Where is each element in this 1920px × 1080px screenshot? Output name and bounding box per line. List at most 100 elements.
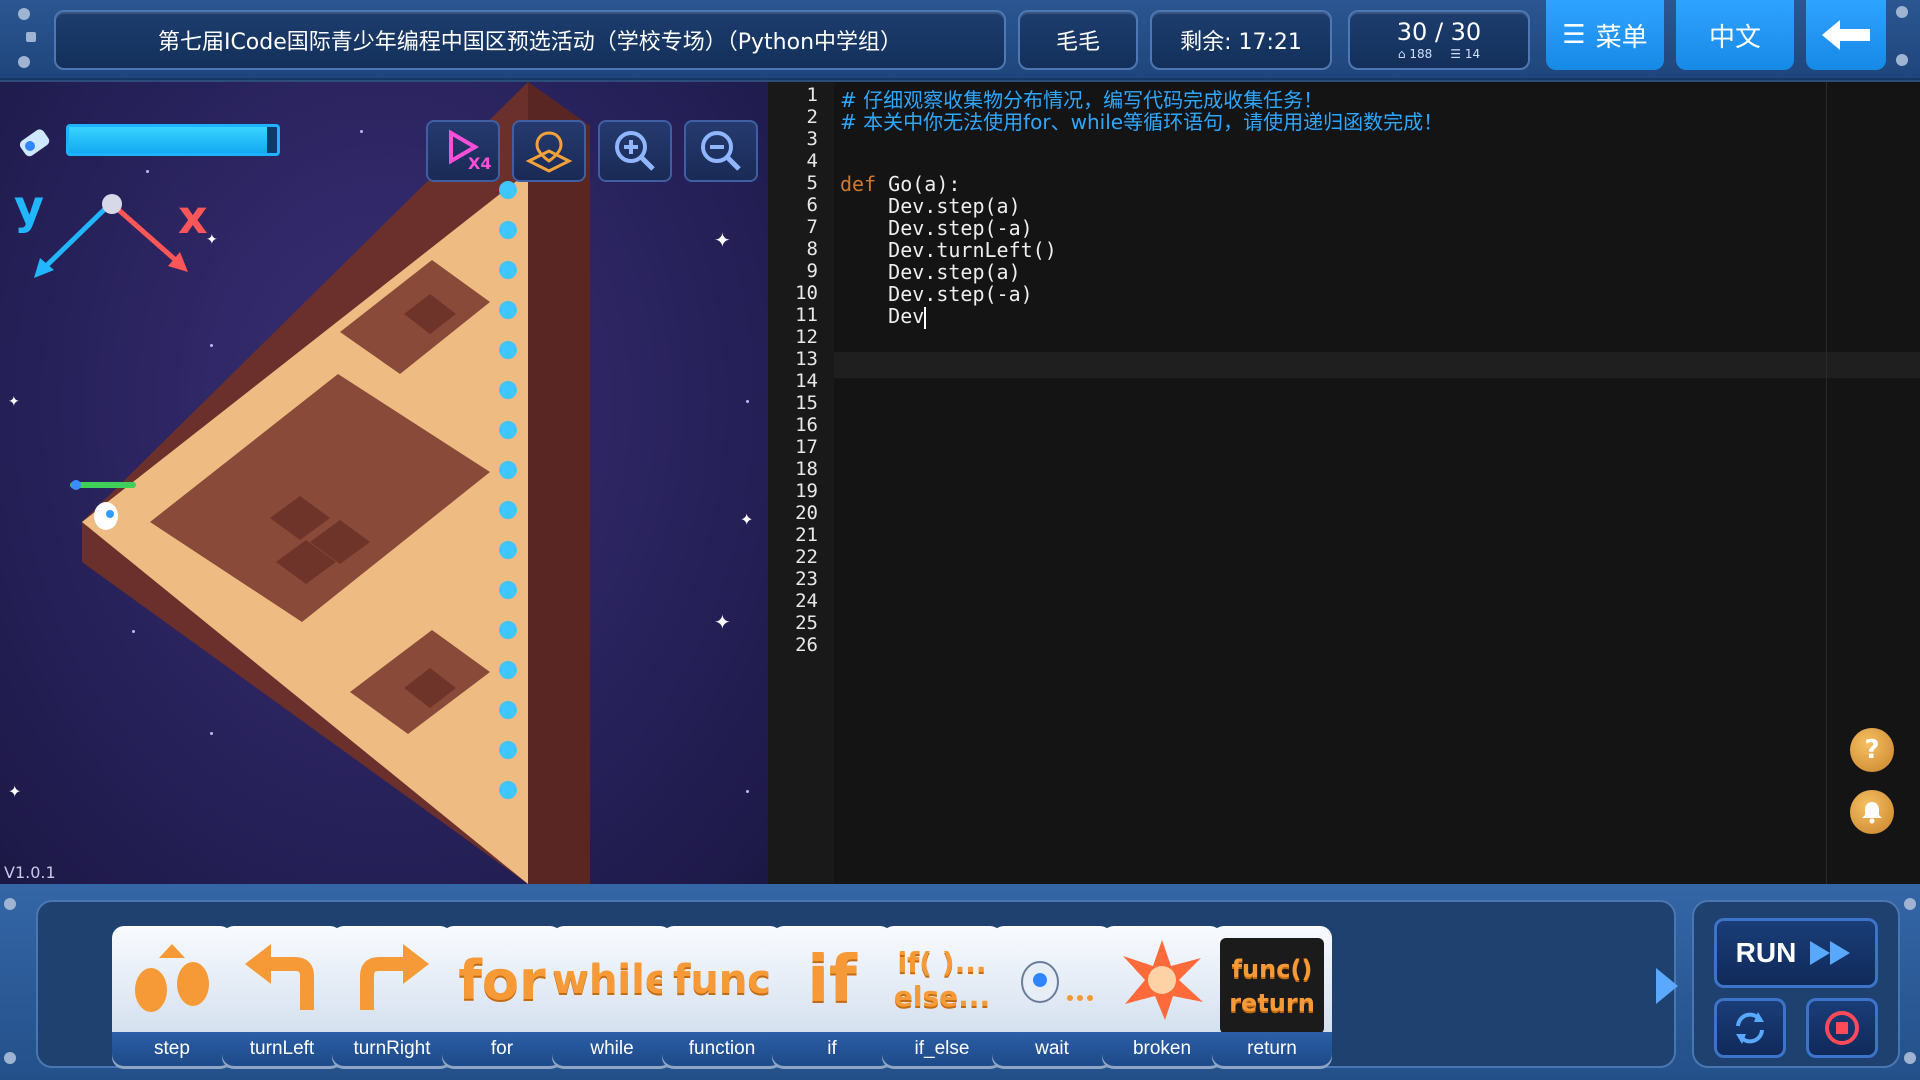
run-panel: RUN [1692,900,1900,1068]
line-number: 3 [806,128,818,150]
code-editor[interactable]: 1 2 3 4 5 6 7 8 9 10 11 12 13 14 15 16 17 18 19 20 21 22 23 24 2… [768,82,1920,884]
level-progress: 30 / 30 ⌂ 188 ☰ 14 [1348,10,1530,70]
question-icon: ? [1864,735,1880,765]
top-bar: 第七届ICode国际青少年编程中国区预选活动（学校专场）（Python中学组） … [0,0,1920,80]
line-number: 8 [806,238,818,260]
block-art-text: else... [893,980,991,1013]
code-comment: # 本关中你无法使用for、while等循环语句，请使用递归函数完成！ [840,110,1444,134]
code-line[interactable]: def Go(a): [840,172,960,196]
corner-dot [1896,54,1908,66]
map-pin-icon [525,131,573,173]
block-while[interactable]: while while [552,926,672,1066]
line-number: 13 [795,348,818,370]
code-line[interactable]: # 本关中你无法使用for、while等循环语句，请使用递归函数完成！ [840,106,1443,135]
line-number: 16 [795,414,818,436]
fast-forward-icon [1810,941,1851,965]
map-view-button[interactable] [512,120,586,182]
level-progress-text: 30 / 30 [1396,18,1482,46]
stop-button[interactable] [1806,998,1878,1058]
refresh-icon [1736,1012,1764,1044]
turnRight-icon [332,932,452,1028]
corner-dot [1904,898,1916,910]
turnLeft-icon [222,932,342,1028]
code-line[interactable]: Dev.step(a) [840,194,1020,218]
code-text: Dev.step(-a) [840,216,1033,240]
block-label: while [552,1032,672,1066]
level-title-text: 第七届ICode国际青少年编程中国区预选活动（学校专场）（Python中学组） [157,30,903,55]
for-icon: for [458,948,546,1012]
menu-button[interactable]: ☰ 菜单 [1546,0,1664,70]
text-caret [924,306,927,329]
reset-button[interactable] [1714,998,1786,1058]
active-line-highlight [768,352,1920,378]
zoom-in-button[interactable] [598,120,672,182]
energy-bar-fill [69,127,267,153]
corner-dot [1896,6,1908,18]
line-number: 1 [806,84,818,106]
block-label: step [112,1032,232,1066]
zoom-out-button[interactable] [684,120,758,182]
line-number: 5 [806,172,818,194]
block-wait[interactable]: wait [992,926,1112,1066]
scroll-right-arrow-icon[interactable] [1656,968,1678,1004]
version-label: V1.0.1 [4,863,56,882]
help-button[interactable]: ? [1850,728,1894,772]
game-canvas[interactable]: ✦ ✦ ✦ ✦ ✦ ✦ X4 y x V1.0.1 [0,82,768,884]
level-stats: ⌂ 188 ☰ 14 [1398,47,1480,61]
back-button[interactable] [1806,0,1886,70]
language-label: 中文 [1708,22,1761,53]
speed-button[interactable]: X4 [426,120,500,182]
code-line[interactable]: Dev.step(-a) [840,216,1033,240]
wait-robot-icon [1021,961,1093,1003]
block-label: turnLeft [222,1032,342,1066]
stop-icon [1825,1011,1859,1045]
run-button[interactable]: RUN [1714,918,1878,988]
block-label: wait [992,1032,1112,1066]
stat-b-value: 14 [1464,47,1481,61]
user-name-text: 毛毛 [1055,30,1100,55]
code-line[interactable]: Dev.step(a) [840,260,1021,284]
language-button[interactable]: 中文 [1676,0,1794,70]
turn-left-arrow-icon [245,944,314,1010]
block-return[interactable]: func() return return [1212,926,1332,1066]
line-number: 12 [795,326,818,348]
code-keyword: def [840,172,877,196]
block-if-else[interactable]: if( )... else... if_else [882,926,1002,1066]
block-for[interactable]: for for [442,926,562,1066]
block-broken[interactable]: broken [1102,926,1222,1066]
block-label: turnRight [332,1032,452,1066]
code-text: Dev [840,304,925,328]
code-line[interactable]: Dev [840,304,927,329]
notification-button[interactable] [1850,790,1894,834]
turn-right-arrow-icon [360,944,429,1010]
broken-explosion-icon [1123,940,1203,1020]
line-number: 24 [795,590,818,612]
code-text: Dev.step(a) [840,260,1021,284]
line-number: 25 [795,612,818,634]
return-icon: func() return [1220,938,1324,1034]
code-line[interactable]: Dev.step(-a) [840,282,1033,306]
block-function[interactable]: func function [662,926,782,1066]
block-turnLeft[interactable]: turnLeft [222,926,342,1066]
run-label: RUN [1735,937,1797,968]
line-number: 22 [795,546,818,568]
block-label: if_else [882,1032,1002,1066]
line-number: 26 [795,634,818,656]
print-margin [1826,82,1827,884]
block-art-text: if( )... [897,946,987,979]
stat-a: ⌂ 188 [1397,47,1433,61]
if-icon: if [807,943,857,1017]
zoom-out-icon [701,131,741,171]
line-number: 10 [795,282,818,304]
block-if[interactable]: if if [772,926,892,1066]
bottom-toolbar: step turnLeft turnRight for for while while fun… [0,884,1920,1080]
broken-icon [1102,932,1222,1028]
block-step[interactable]: step [112,926,232,1066]
energy-bar [66,124,280,156]
code-text: Dev.turnLeft() [840,238,1057,262]
code-line[interactable]: Dev.turnLeft() [840,238,1057,262]
corner-dot [1904,1052,1916,1064]
menu-label: 菜单 [1595,22,1648,53]
axis-gizmo-icon [34,194,188,278]
block-turnRight[interactable]: turnRight [332,926,452,1066]
